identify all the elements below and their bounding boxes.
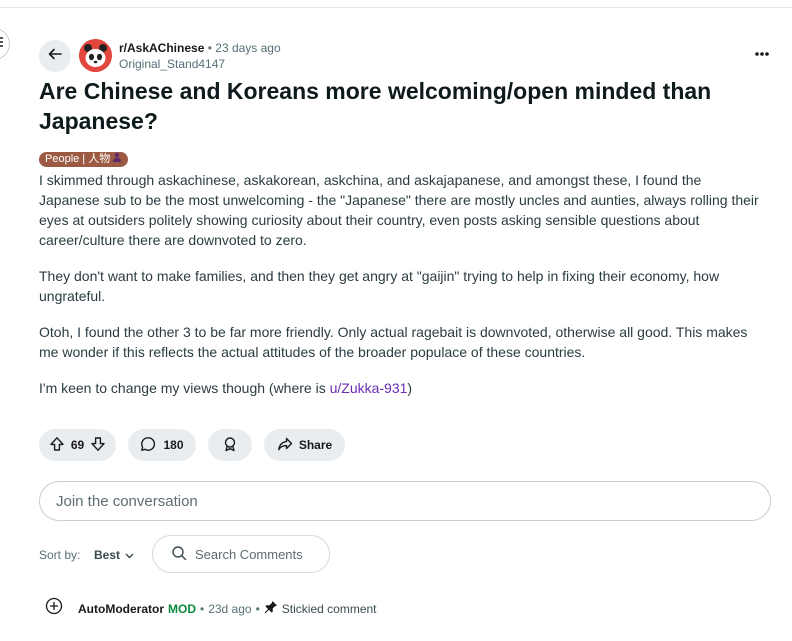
award-icon xyxy=(222,436,238,455)
expand-comment-button[interactable] xyxy=(45,597,63,615)
user-mention-link[interactable]: u/Zukka-931 xyxy=(330,380,408,396)
paragraph-4-prefix: I'm keen to change my views though (wher… xyxy=(39,380,330,396)
meta-separator: • xyxy=(255,601,260,616)
comment-header: AutoModerator MOD • 23d ago • Stickied c… xyxy=(78,600,377,617)
flair-label: People | 人物 xyxy=(45,153,111,165)
subreddit-avatar[interactable] xyxy=(79,39,112,72)
menu-icon xyxy=(0,35,3,53)
subreddit-link[interactable]: r/AskAChinese xyxy=(119,41,204,55)
share-icon xyxy=(277,436,293,455)
search-icon xyxy=(171,545,187,564)
sort-label: Sort by: xyxy=(39,548,81,562)
award-button[interactable] xyxy=(208,429,252,461)
post-title: Are Chinese and Koreans more welcoming/o… xyxy=(39,78,712,134)
meta-separator: • xyxy=(200,601,205,616)
more-dots-icon xyxy=(752,49,772,66)
join-conversation-input[interactable]: Join the conversation xyxy=(39,481,771,521)
comments-button[interactable]: 180 xyxy=(128,429,196,461)
pin-icon xyxy=(264,600,278,617)
post-age: 23 days ago xyxy=(215,41,281,55)
post-paragraph-3: Otoh, I found the other 3 to be far more… xyxy=(39,324,748,360)
plus-circle-icon xyxy=(45,597,63,619)
menu-toggle-button[interactable] xyxy=(0,28,10,60)
comment-bubble-icon xyxy=(140,436,156,455)
downvote-icon[interactable] xyxy=(90,436,106,455)
comment-author[interactable]: AutoModerator xyxy=(78,602,164,616)
join-placeholder: Join the conversation xyxy=(56,492,198,510)
post-paragraph-2: They don't want to make families, and th… xyxy=(39,268,720,304)
stickied-label: Stickied comment xyxy=(281,601,377,616)
upvote-icon[interactable] xyxy=(49,436,65,455)
post-body: I skimmed through askachinese, askakorea… xyxy=(39,170,761,414)
back-button[interactable] xyxy=(39,40,71,72)
panda-icon xyxy=(79,39,112,72)
sort-dropdown[interactable]: Best xyxy=(94,548,134,562)
arrow-left-icon xyxy=(47,46,63,67)
more-options-button[interactable] xyxy=(752,46,772,62)
search-comments-placeholder: Search Comments xyxy=(195,546,303,562)
post-paragraph-4: I'm keen to change my views though (wher… xyxy=(39,378,761,398)
vote-bar: 69 xyxy=(39,429,116,461)
post-flair[interactable]: People | 人物 xyxy=(39,152,129,167)
search-comments-input[interactable]: Search Comments xyxy=(152,535,330,573)
post-paragraph-1: I skimmed through askachinese, askakorea… xyxy=(39,172,759,248)
comment-count: 180 xyxy=(163,438,184,452)
paragraph-4-suffix: ) xyxy=(407,380,413,396)
top-divider xyxy=(0,7,792,8)
share-button[interactable]: Share xyxy=(264,429,345,461)
post-author[interactable]: Original_Stand4147 xyxy=(119,57,225,71)
share-label: Share xyxy=(298,438,333,452)
person-icon xyxy=(112,152,122,167)
vote-count: 69 xyxy=(70,438,85,452)
sort-value: Best xyxy=(94,548,121,562)
post-meta: r/AskAChinese • 23 days ago xyxy=(119,41,281,55)
chevron-down-icon xyxy=(125,548,134,562)
comment-age: 23d ago xyxy=(208,601,252,616)
mod-badge: MOD xyxy=(168,601,196,616)
